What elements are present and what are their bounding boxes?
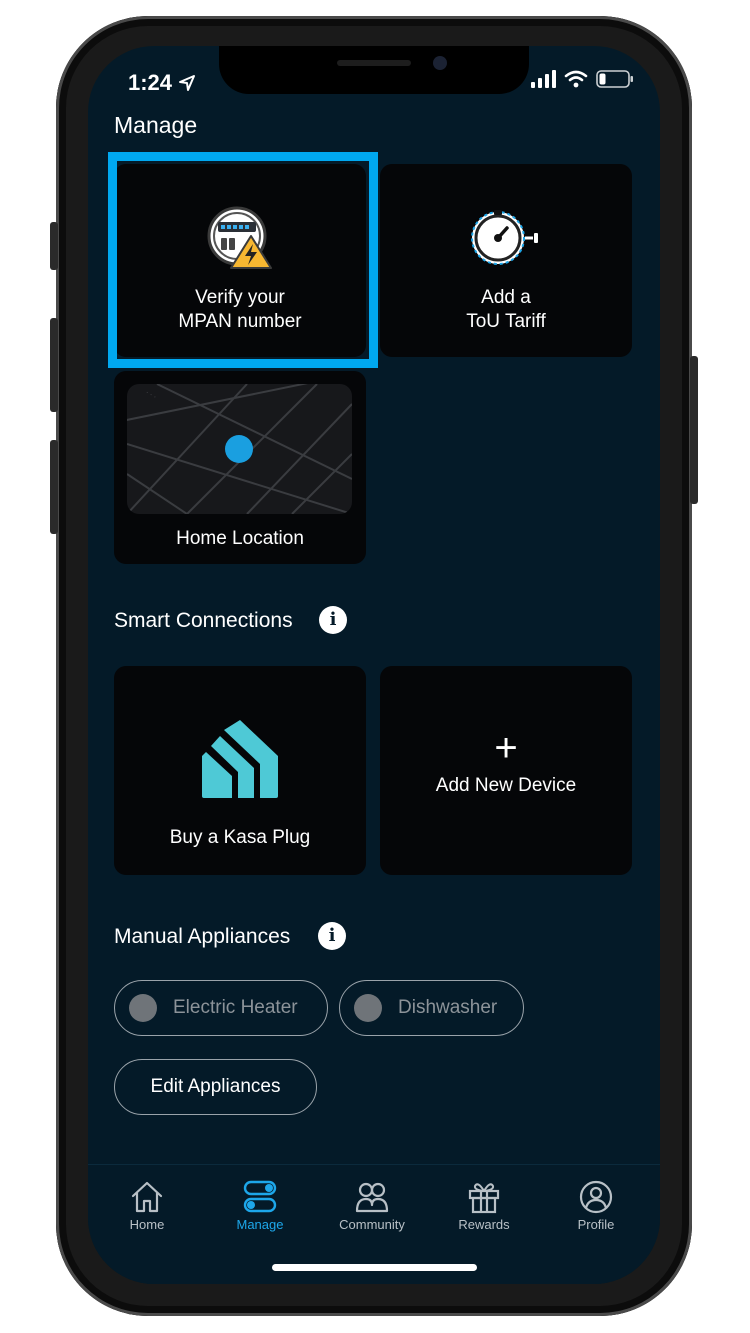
toggles-icon [243, 1180, 277, 1213]
location-pin [225, 435, 253, 463]
map-thumbnail: · · · [127, 384, 352, 514]
appliance-status-dot [354, 994, 382, 1022]
svg-text:· · ·: · · · [144, 389, 158, 401]
tab-label: Profile [577, 1217, 615, 1232]
user-circle-icon [579, 1180, 613, 1214]
add-tou-tariff-label: Add a ToU Tariff [466, 287, 546, 332]
tab-label: Community [339, 1217, 405, 1232]
add-tou-tariff-card[interactable]: Add a ToU Tariff [380, 164, 632, 357]
tab-rewards[interactable]: Rewards [434, 1179, 534, 1232]
appliance-chip-label: Dishwasher [398, 997, 498, 1018]
tab-profile[interactable]: Profile [546, 1179, 646, 1232]
verify-mpan-card[interactable]: Verify your MPAN number [114, 164, 366, 357]
app-screen: 1:24 Manage Verify your MPAN number Add … [88, 46, 660, 1284]
manual-appliances-info-icon[interactable]: i [318, 922, 346, 950]
page-title: Manage [114, 112, 198, 138]
smart-connections-info-icon[interactable]: i [319, 606, 347, 634]
signal-icon [531, 70, 556, 88]
clock: 1:24 [128, 70, 173, 95]
gift-icon [468, 1183, 500, 1214]
tab-label: Rewards [458, 1217, 510, 1232]
mute-switch [50, 222, 58, 270]
kasa-house-icon [202, 720, 278, 798]
volume-up-button [50, 318, 58, 412]
power-button [690, 356, 698, 504]
tab-home[interactable]: Home [97, 1179, 197, 1232]
buy-kasa-plug-card[interactable]: Buy a Kasa Plug [114, 666, 366, 875]
home-location-label: Home Location [176, 528, 304, 549]
status-icons [530, 70, 634, 88]
add-new-device-card[interactable]: + Add New Device [380, 666, 632, 875]
plus-icon: + [494, 726, 518, 770]
house-icon [131, 1181, 163, 1213]
status-bar-time: 1:24 [128, 70, 196, 96]
verify-mpan-label: Verify your MPAN number [178, 287, 302, 332]
front-camera [433, 56, 447, 70]
smart-connections-title: Smart Connections [114, 609, 293, 632]
speaker [337, 60, 411, 66]
people-icon [355, 1182, 389, 1213]
appliance-status-dot [129, 994, 157, 1022]
battery-icon [596, 70, 633, 88]
edit-appliances-button[interactable]: Edit Appliances [114, 1059, 317, 1115]
notch [219, 46, 529, 94]
appliance-chip-electric-heater[interactable]: Electric Heater [114, 980, 328, 1036]
gauge-plug-icon [471, 210, 538, 265]
electricity-meter-warning-icon [207, 206, 272, 269]
appliance-chip-dishwasher[interactable]: Dishwasher [339, 980, 524, 1036]
tab-label: Home [129, 1217, 165, 1232]
wifi-icon [564, 70, 588, 88]
volume-down-button [50, 440, 58, 534]
tab-manage[interactable]: Manage [210, 1179, 310, 1232]
buy-kasa-plug-label: Buy a Kasa Plug [169, 827, 311, 848]
home-location-card[interactable]: · · · Home Location [114, 371, 366, 564]
home-indicator[interactable] [272, 1264, 477, 1271]
tab-community[interactable]: Community [322, 1179, 422, 1232]
add-new-device-label: Add New Device [435, 775, 577, 796]
appliance-chip-label: Electric Heater [173, 997, 298, 1018]
manual-appliances-title: Manual Appliances [114, 925, 291, 948]
tab-label: Manage [236, 1217, 284, 1232]
location-arrow-icon [179, 75, 196, 91]
